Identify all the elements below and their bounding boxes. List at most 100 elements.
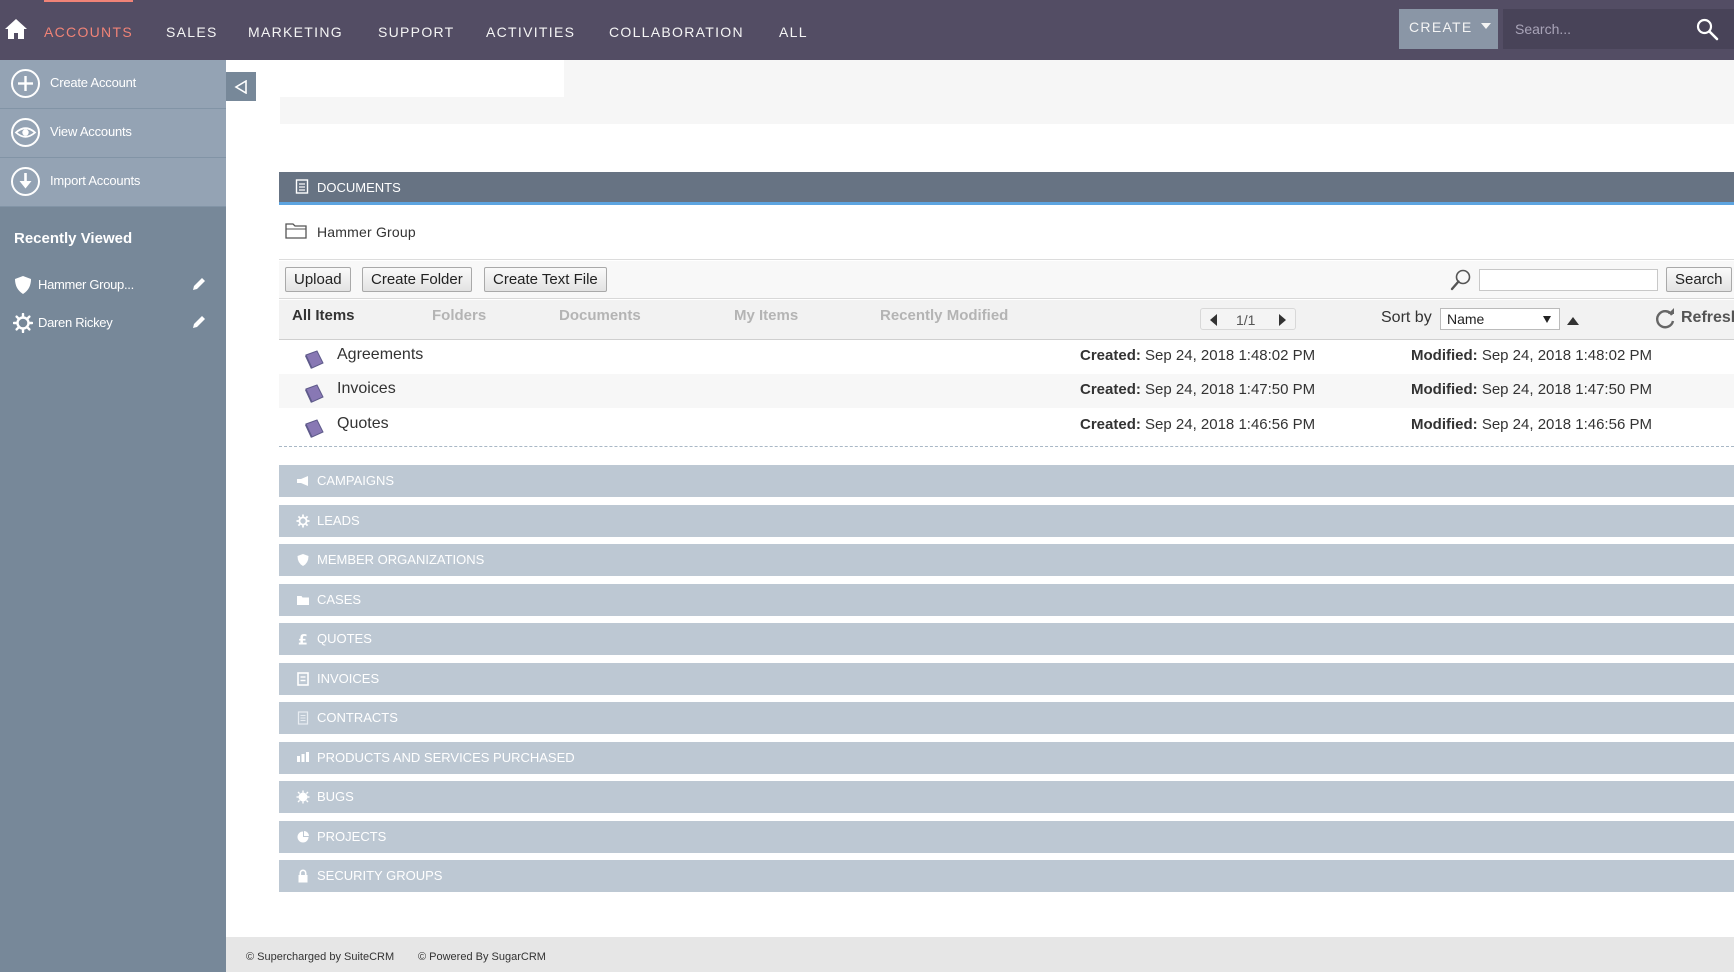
subpanel-products-and-services[interactable]: PRODUCTS AND SERVICES PURCHASED [279,742,1734,774]
sidebar-action-create-account[interactable]: Create Account [0,60,226,109]
contract-icon [297,711,309,725]
pencil-icon[interactable] [191,276,207,292]
created-value: Sep 24, 2018 1:48:02 PM [1145,347,1316,364]
subpanel-invoices[interactable]: INVOICES [279,663,1734,695]
filter-tab-folders[interactable]: Folders [432,307,486,324]
search-icon[interactable] [1695,17,1719,41]
sidebar-action-view-accounts[interactable]: View Accounts [0,109,226,158]
sidebar-collapse-button[interactable] [226,72,256,101]
refresh-label[interactable]: Refresh [1681,309,1734,327]
nav-item-marketing[interactable]: MARKETING [248,23,343,41]
created-value: Sep 24, 2018 1:46:56 PM [1145,416,1316,433]
subpanel-title: PROJECTS [317,829,387,844]
nav-item-sales[interactable]: SALES [166,23,218,41]
filter-tab-my-items[interactable]: My Items [734,307,798,324]
subpanel-quotes[interactable]: £ QUOTES [279,623,1734,655]
subpanel-projects[interactable]: PROJECTS [279,821,1734,853]
documents-subpanel-header[interactable]: DOCUMENTS [279,172,1734,205]
nav-item-support[interactable]: SUPPORT [378,23,455,41]
refresh-icon[interactable] [1653,307,1677,331]
sidebar-action-import-accounts[interactable]: Import Accounts [0,158,226,207]
nav-item-collaboration[interactable]: COLLABORATION [609,23,744,41]
detail-view-tab-area [280,60,564,97]
subpanel-bugs[interactable]: BUGS [279,781,1734,813]
folder-name[interactable]: Invoices [337,380,396,398]
table-row[interactable]: Invoices Created: Sep 24, 2018 1:47:50 P… [279,374,1734,408]
plus-circle-icon [11,69,40,98]
nav-item-activities[interactable]: ACTIVITIES [486,23,575,41]
table-row[interactable]: Quotes Created: Sep 24, 2018 1:46:56 PM … [279,409,1734,443]
subpanel-title: MEMBER ORGANIZATIONS [317,552,485,567]
create-button-label: CREATE [1409,19,1473,35]
documents-subpanel-title: DOCUMENTS [317,180,401,195]
create-folder-button[interactable]: Create Folder [362,267,472,292]
megaphone-icon [297,476,308,486]
upload-button[interactable]: Upload [285,267,351,292]
subpanel-title: LEADS [317,513,360,528]
modified-value: Sep 24, 2018 1:47:50 PM [1481,381,1652,398]
modified-value: Sep 24, 2018 1:48:02 PM [1481,347,1652,364]
breadcrumb-current-folder[interactable]: Hammer Group [317,224,416,240]
nav-item-all[interactable]: ALL [779,23,808,41]
documents-breadcrumb: Hammer Group [279,212,1734,260]
subpanel-title: SECURITY GROUPS [317,868,443,883]
footer-sugarcrm-credit[interactable]: © Powered By SugarCRM [418,951,546,963]
created-label: Created: [1080,347,1141,364]
recent-item-hammer-group[interactable]: Hammer Group... [0,269,226,299]
prev-page-icon[interactable] [1207,313,1221,327]
documents-search-input[interactable] [1479,269,1658,291]
gear-icon [296,514,310,528]
subpanel-security-groups[interactable]: SECURITY GROUPS [279,860,1734,892]
created-value: Sep 24, 2018 1:47:50 PM [1145,381,1316,398]
sidebar-action-label: Import Accounts [50,173,141,188]
magnifier-icon [1450,269,1471,291]
folder-icon [297,596,309,605]
invoice-icon [297,672,309,686]
subpanel-title: BUGS [317,789,354,804]
next-page-icon[interactable] [1275,313,1289,327]
created-label: Created: [1080,381,1141,398]
nav-item-accounts[interactable]: ACCOUNTS [44,23,133,41]
folder-created: Created: Sep 24, 2018 1:46:56 PM [1080,416,1315,433]
subpanel-cases[interactable]: CASES [279,584,1734,616]
folder-name[interactable]: Quotes [337,415,389,433]
sort-ascending-icon[interactable] [1566,315,1580,326]
subpanel-leads[interactable]: LEADS [279,505,1734,537]
subpanel-title: CAMPAIGNS [317,473,395,488]
pencil-icon[interactable] [191,314,207,330]
subpanel-title: PRODUCTS AND SERVICES PURCHASED [317,750,575,765]
subpanel-title: QUOTES [317,631,372,646]
documents-filter-bar: All Items Folders Documents My Items Rec… [279,300,1734,340]
filter-tab-documents[interactable]: Documents [559,307,641,324]
folder-modified: Modified: Sep 24, 2018 1:48:02 PM [1411,347,1652,364]
sort-by-select[interactable]: Name [1440,308,1560,330]
global-search-input[interactable] [1503,9,1693,49]
subpanel-title: INVOICES [317,671,380,686]
subpanel-member-organizations[interactable]: MEMBER ORGANIZATIONS [279,544,1734,576]
folder-name[interactable]: Agreements [337,346,423,364]
folder-created: Created: Sep 24, 2018 1:48:02 PM [1080,347,1315,364]
filter-tab-recently-modified[interactable]: Recently Modified [880,307,1008,324]
gear-icon [13,313,33,333]
subpanel-campaigns[interactable]: CAMPAIGNS [279,465,1734,497]
recent-item-daren-rickey[interactable]: Daren Rickey [0,307,226,337]
create-button[interactable]: CREATE [1399,9,1498,49]
subpanel-contracts[interactable]: CONTRACTS [279,702,1734,734]
sidebar: Create Account View Accounts Import Acco… [0,60,226,972]
create-text-file-button[interactable]: Create Text File [484,267,607,292]
lock-icon [298,869,308,883]
pound-icon: £ [298,633,308,647]
footer: © Supercharged by SuiteCRM © Powered By … [226,937,1734,972]
documents-search-button[interactable]: Search [1666,267,1732,292]
download-icon [11,167,40,196]
pie-icon [297,831,309,843]
subpanel-title: CASES [317,592,362,607]
table-row[interactable]: Agreements Created: Sep 24, 2018 1:48:02… [279,340,1734,374]
home-icon[interactable] [4,18,28,40]
footer-suitecrm-credit[interactable]: © Supercharged by SuiteCRM [246,951,394,963]
filter-tab-all-items[interactable]: All Items [292,307,355,324]
modified-label: Modified: [1411,347,1478,364]
folder-modified: Modified: Sep 24, 2018 1:47:50 PM [1411,381,1652,398]
folder-book-icon [305,350,324,369]
sort-by-value: Name [1447,311,1485,327]
